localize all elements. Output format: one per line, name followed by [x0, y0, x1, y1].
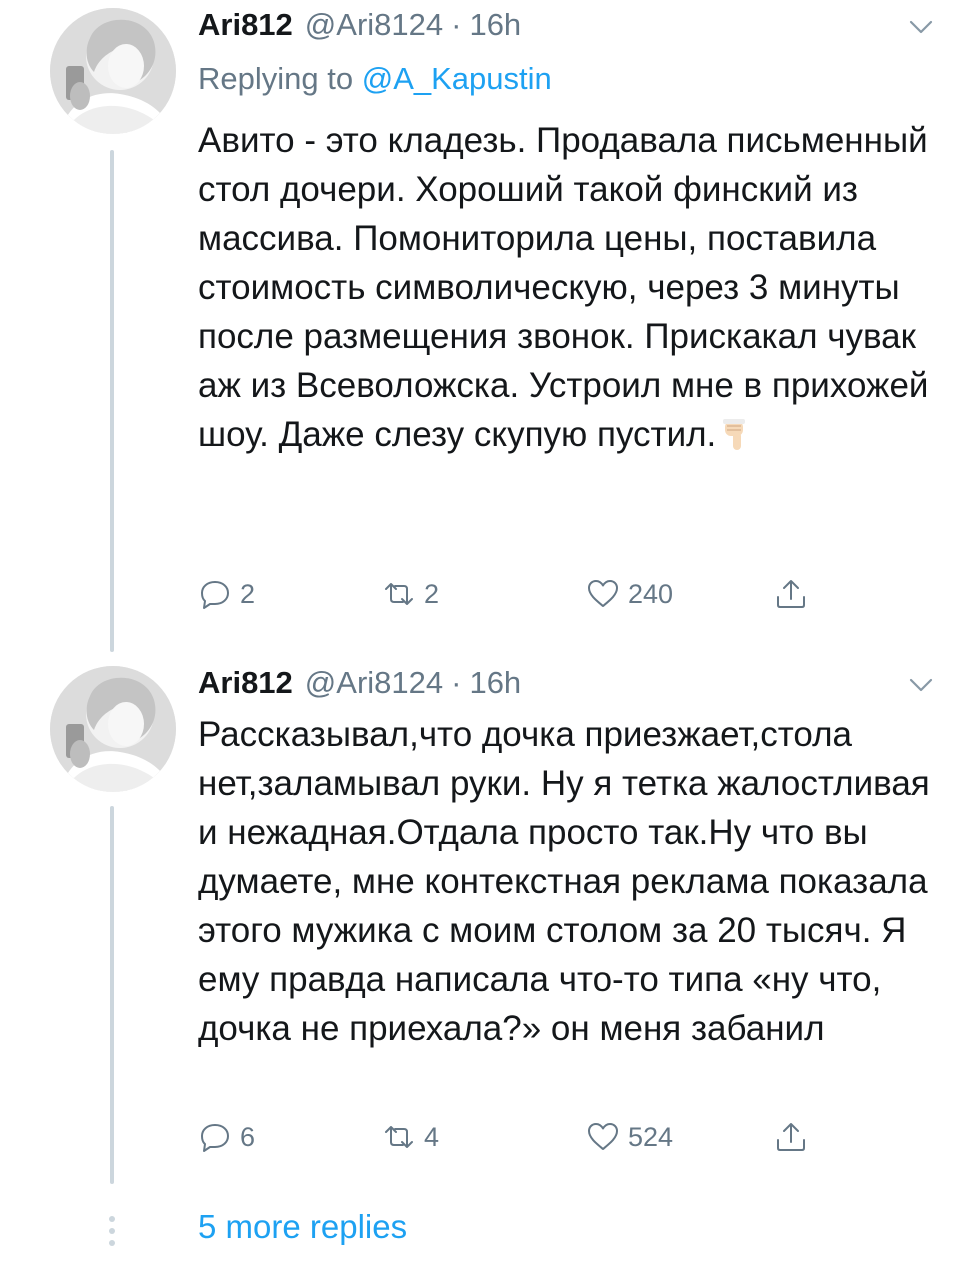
heart-icon — [588, 580, 618, 607]
share-icon — [777, 1123, 805, 1151]
more-replies-link[interactable]: 5 more replies — [198, 1208, 407, 1246]
tweet-text-content: Авито - это кладезь. Продавала письменны… — [198, 121, 929, 454]
reply-button[interactable]: 2 — [198, 574, 255, 614]
share-button[interactable] — [774, 574, 816, 614]
retweet-count: 2 — [424, 578, 440, 609]
reply-icon — [201, 581, 229, 609]
chevron-down-icon[interactable] — [908, 14, 934, 40]
tweet-text: Рассказывал,что дочка приезжает,стола не… — [198, 710, 938, 1053]
reply-count: 6 — [240, 1121, 256, 1152]
tweet-actions: 6 4 524 — [198, 1117, 898, 1157]
tweet-text: Авито - это кладезь. Продавала письменны… — [198, 116, 938, 459]
tweet-1[interactable]: Ari812 @Ari8124 · 16h Replying to @A_Kap… — [0, 0, 978, 640]
timestamp[interactable]: 16h — [469, 665, 521, 701]
tweet-header: Ari812 @Ari8124 · 16h — [198, 660, 521, 706]
like-count: 524 — [628, 1121, 674, 1152]
tweet-actions: 2 2 240 — [198, 574, 898, 614]
retweet-button[interactable]: 2 — [382, 574, 439, 614]
retweet-icon — [385, 583, 413, 605]
retweet-icon — [385, 1126, 413, 1148]
replying-to-prefix: Replying to — [198, 61, 362, 96]
retweet-count: 4 — [424, 1121, 440, 1152]
reply-button[interactable]: 6 — [198, 1117, 255, 1157]
pointing-down-hand-icon — [720, 416, 754, 450]
reply-count: 2 — [240, 578, 256, 609]
heart-icon — [588, 1123, 618, 1150]
separator-dot: · — [451, 7, 462, 42]
more-replies-dots-icon — [104, 1216, 120, 1252]
chevron-down-icon[interactable] — [908, 672, 934, 698]
mention-link[interactable]: @A_Kapustin — [362, 61, 552, 96]
timestamp[interactable]: 16h — [469, 7, 521, 43]
replying-to: Replying to @A_Kapustin — [198, 56, 552, 102]
like-count: 240 — [628, 578, 674, 609]
avatar[interactable] — [50, 666, 176, 792]
display-name[interactable]: Ari812 — [198, 665, 293, 701]
username[interactable]: @Ari8124 — [305, 7, 443, 43]
avatar[interactable] — [50, 8, 176, 134]
retweet-button[interactable]: 4 — [382, 1117, 439, 1157]
tweet-header: Ari812 @Ari8124 · 16h — [198, 2, 521, 48]
share-button[interactable] — [774, 1117, 816, 1157]
like-button[interactable]: 240 — [586, 574, 673, 614]
tweet-text-content: Рассказывал,что дочка приезжает,стола не… — [198, 715, 930, 1048]
reply-icon — [201, 1124, 229, 1152]
display-name[interactable]: Ari812 — [198, 7, 293, 43]
share-icon — [777, 580, 805, 608]
separator-dot: · — [451, 665, 462, 700]
like-button[interactable]: 524 — [586, 1117, 673, 1157]
username[interactable]: @Ari8124 — [305, 665, 443, 701]
tweet-2[interactable]: Ari812 @Ari8124 · 16h Рассказывал,что до… — [0, 660, 978, 1180]
